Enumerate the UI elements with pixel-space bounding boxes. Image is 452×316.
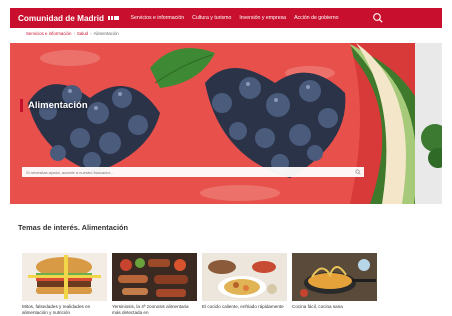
- breadcrumb: Servicios e información › Salud › Alimen…: [26, 31, 119, 36]
- topic-card-mitos[interactable]: Mitos, falsedades y realidades en alimen…: [22, 253, 107, 316]
- topic-card-yersiniosis[interactable]: Yersiniosis, la 4ª zoonosis alimentaria …: [112, 253, 197, 316]
- brand-name[interactable]: Comunidad de Madrid: [10, 14, 104, 23]
- card-image-pan-cooking: [292, 253, 377, 301]
- nav-item-cultura[interactable]: Cultura y turismo: [192, 15, 231, 21]
- hero-search-input[interactable]: [22, 167, 364, 177]
- breadcrumb-current: Alimentación: [93, 31, 119, 36]
- card-image-grilled-meats: [112, 253, 197, 301]
- madrid-flag-stars-icon: [107, 15, 119, 21]
- hero-image-watermelon-blueberries: [10, 43, 442, 204]
- nav-item-servicios[interactable]: Servicios e información: [131, 15, 185, 21]
- topic-cards: Mitos, falsedades y realidades en alimen…: [22, 253, 377, 316]
- card-image-burger-measuring-tape: [22, 253, 107, 301]
- search-icon[interactable]: [372, 12, 384, 24]
- breadcrumb-separator: ›: [90, 31, 92, 36]
- hero-title-accent: [20, 99, 23, 112]
- hero-banner: Alimentación: [10, 43, 442, 204]
- card-label: Mitos, falsedades y realidades en alimen…: [22, 304, 91, 315]
- topic-card-cocina-facil[interactable]: Cocina fácil, cocina sana: [292, 253, 377, 316]
- topic-card-cocido[interactable]: El cocido caliente, enfriado rápidamente: [202, 253, 287, 316]
- card-label: Cocina fácil, cocina sana: [292, 304, 343, 309]
- nav-item-accion[interactable]: Acción de gobierno: [294, 15, 338, 21]
- card-image-cocido-dish: [202, 253, 287, 301]
- breadcrumb-separator: ›: [73, 31, 75, 36]
- section-title: Temas de interés. Alimentación: [18, 223, 129, 232]
- search-icon[interactable]: [355, 169, 361, 175]
- hero-title: Alimentación: [28, 100, 88, 111]
- breadcrumb-link-salud[interactable]: Salud: [77, 31, 88, 36]
- card-label: El cocido caliente, enfriado rápidamente: [202, 304, 284, 309]
- breadcrumb-link-servicios[interactable]: Servicios e información: [26, 31, 71, 36]
- nav-item-inversion[interactable]: Inversión y empresa: [239, 15, 286, 21]
- card-label: Yersiniosis, la 4ª zoonosis alimentaria …: [112, 304, 189, 315]
- top-navigation-bar: Comunidad de Madrid Servicios e informac…: [10, 8, 442, 28]
- main-nav: Servicios e información Cultura y turism…: [131, 15, 339, 21]
